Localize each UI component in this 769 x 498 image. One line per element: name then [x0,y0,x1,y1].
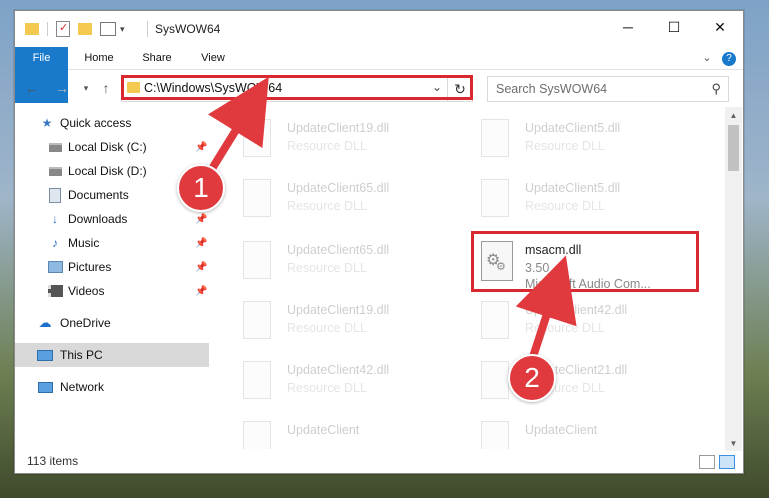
arrow-2 [515,255,577,364]
arrow-1 [206,76,269,176]
callout-badge-1: 1 [177,164,225,212]
callout-badge-2: 2 [508,354,556,402]
callout-arrows [206,76,577,364]
